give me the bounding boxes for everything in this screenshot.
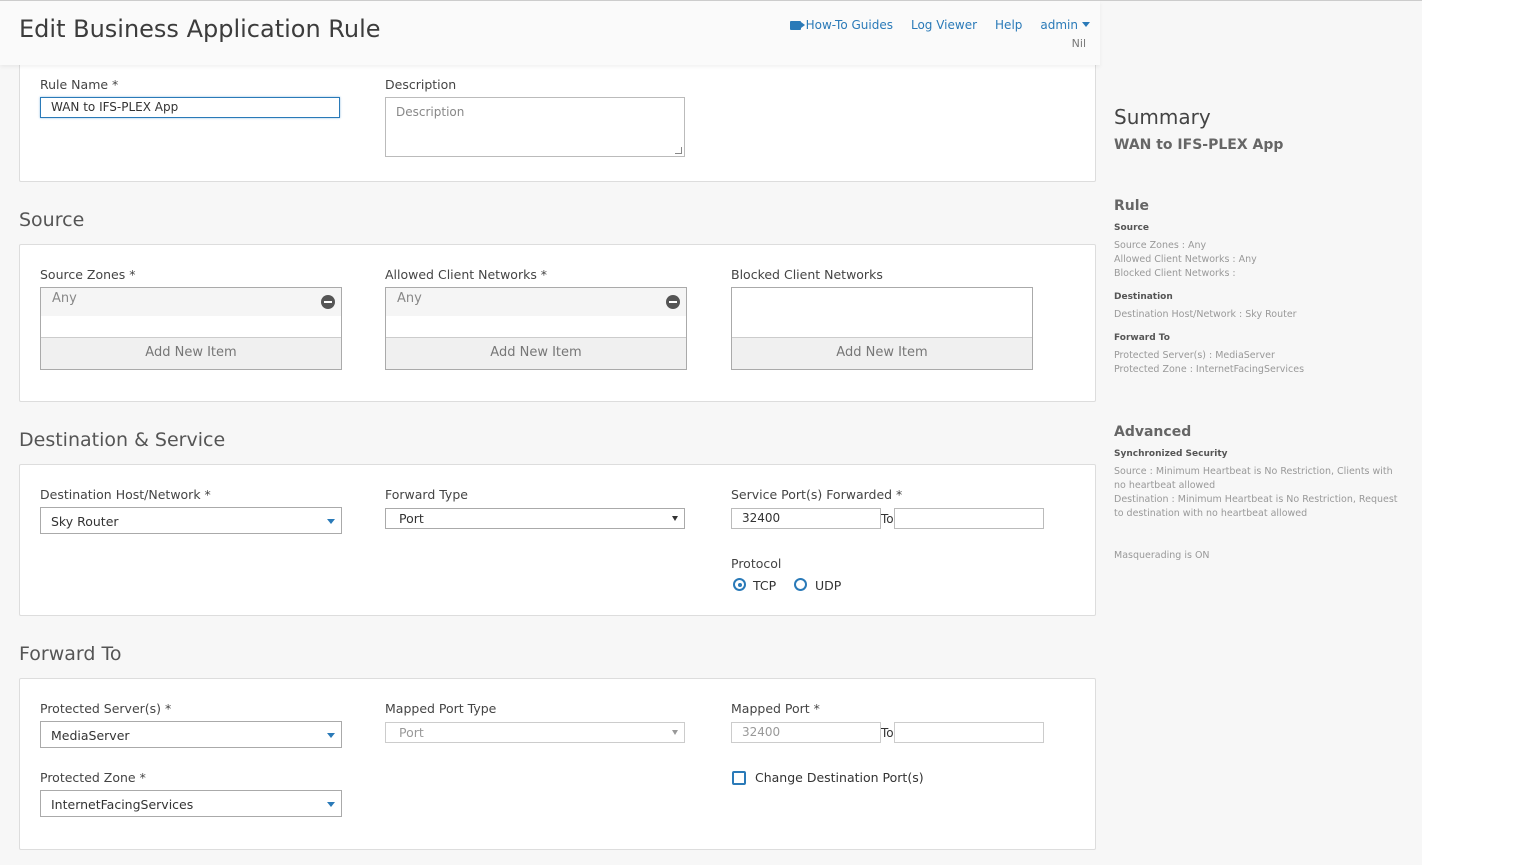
page-header: Edit Business Application Rule How-To Gu… [0, 1, 1100, 65]
list-item-label: Any [397, 291, 422, 306]
top-links: How-To Guides Log Viewer Help admin [789, 18, 1090, 32]
protected-zone-value: InternetFacingServices [51, 797, 194, 812]
source-panel: Source Zones * Any Add New Item Allowed … [19, 244, 1096, 402]
mapped-port-to-label: To [881, 726, 894, 740]
description-textarea[interactable]: Description [385, 97, 685, 157]
summary-advanced-heading: Advanced [1114, 424, 1192, 440]
remove-icon[interactable] [666, 295, 680, 309]
summary-rule-name: WAN to IFS-PLEX App [1114, 137, 1284, 153]
udp-radio[interactable] [794, 578, 807, 591]
description-label: Description [385, 77, 457, 92]
chevron-down-icon [327, 519, 335, 524]
mapped-port-to-input [894, 722, 1044, 743]
summary-forward-line: Protected Server(s) : MediaServer [1114, 350, 1275, 361]
chevron-down-icon [327, 733, 335, 738]
user-name: admin [1040, 18, 1078, 32]
source-section-title: Source [19, 209, 85, 231]
summary-masquerading: Masquerading is ON [1114, 550, 1210, 561]
source-zones-label: Source Zones * [40, 267, 136, 282]
protected-servers-value: MediaServer [51, 728, 130, 743]
description-placeholder: Description [396, 105, 465, 119]
service-port-label: Service Port(s) Forwarded * [731, 487, 903, 502]
log-viewer-link[interactable]: Log Viewer [911, 18, 977, 32]
change-destination-checkbox[interactable] [732, 771, 746, 785]
summary-source-line: Blocked Client Networks : [1114, 268, 1236, 279]
summary-destination-heading: Destination [1114, 292, 1173, 302]
how-to-guides-link[interactable]: How-To Guides [789, 18, 893, 32]
protected-servers-label: Protected Server(s) * [40, 701, 172, 716]
summary-forward-heading: Forward To [1114, 333, 1170, 343]
blocked-networks-add-button[interactable]: Add New Item [732, 337, 1032, 369]
video-camera-icon [789, 21, 805, 30]
source-zones-add-button[interactable]: Add New Item [41, 337, 341, 369]
protocol-label: Protocol [731, 556, 782, 571]
change-destination-label: Change Destination Port(s) [755, 770, 924, 785]
summary-sync-source: Source : Minimum Heartbeat is No Restric… [1114, 466, 1393, 491]
blocked-networks-label: Blocked Client Networks [731, 267, 883, 282]
service-port-input[interactable]: 32400 [731, 508, 881, 529]
mapped-port-label: Mapped Port * [731, 701, 820, 716]
service-port-to-input[interactable] [894, 508, 1044, 529]
protected-servers-select[interactable]: MediaServer [40, 721, 342, 748]
summary-rule-heading: Rule [1114, 198, 1150, 214]
rule-name-label: Rule Name * [40, 77, 119, 92]
forward-to-section-title: Forward To [19, 643, 122, 665]
how-to-guides-label: How-To Guides [805, 18, 893, 32]
forward-to-panel: Protected Server(s) * MediaServer Mapped… [19, 678, 1096, 850]
destination-host-value: Sky Router [51, 514, 119, 529]
mapped-port-type-label: Mapped Port Type [385, 701, 497, 716]
destination-panel: Destination Host/Network * Sky Router Fo… [19, 464, 1096, 616]
destination-section-title: Destination & Service [19, 429, 226, 451]
allowed-networks-list: Any Add New Item [385, 287, 687, 370]
chevron-down-icon [1082, 22, 1090, 27]
summary-sync-destination: Destination : Minimum Heartbeat is No Re… [1114, 494, 1398, 519]
forward-type-label: Forward Type [385, 487, 468, 502]
user-subtitle: Nil [1071, 37, 1086, 50]
destination-host-select[interactable]: Sky Router [40, 507, 342, 534]
destination-host-label: Destination Host/Network * [40, 487, 211, 502]
source-zones-list: Any Add New Item [40, 287, 342, 370]
chevron-down-icon [327, 802, 335, 807]
resize-grip-icon[interactable] [675, 147, 682, 154]
tcp-label: TCP [753, 578, 777, 593]
forward-type-select[interactable]: Port [385, 508, 685, 529]
chevron-down-icon [672, 730, 678, 735]
service-port-to-label: To [881, 512, 894, 526]
summary-source-line: Allowed Client Networks : Any [1114, 254, 1257, 265]
summary-destination-line: Destination Host/Network : Sky Router [1114, 309, 1297, 320]
page-title: Edit Business Application Rule [19, 15, 381, 43]
summary-title: Summary [1114, 105, 1211, 129]
tcp-radio[interactable] [733, 578, 746, 591]
summary-source-heading: Source [1114, 223, 1149, 233]
general-panel: Rule Name * WAN to IFS-PLEX App Descript… [19, 51, 1096, 182]
summary-sync-heading: Synchronized Security [1114, 449, 1228, 459]
list-item: Any [41, 288, 341, 316]
forward-type-value: Port [399, 511, 424, 526]
chevron-down-icon [672, 516, 678, 521]
allowed-networks-label: Allowed Client Networks * [385, 267, 548, 282]
blocked-networks-list: Add New Item [731, 287, 1033, 370]
summary-forward-line: Protected Zone : InternetFacingServices [1114, 364, 1305, 375]
mapped-port-type-select: Port [385, 722, 685, 743]
summary-source-line: Source Zones : Any [1114, 240, 1207, 251]
rule-name-input[interactable]: WAN to IFS-PLEX App [40, 97, 340, 118]
protected-zone-label: Protected Zone * [40, 770, 146, 785]
allowed-networks-add-button[interactable]: Add New Item [386, 337, 686, 369]
list-item-label: Any [52, 291, 77, 306]
help-link[interactable]: Help [995, 18, 1022, 32]
list-item: Any [386, 288, 686, 316]
app-window: Edit Business Application Rule How-To Gu… [0, 0, 1422, 865]
protected-zone-select[interactable]: InternetFacingServices [40, 790, 342, 817]
remove-icon[interactable] [321, 295, 335, 309]
udp-label: UDP [815, 578, 842, 593]
user-menu[interactable]: admin [1040, 18, 1090, 32]
mapped-port-input: 32400 [731, 722, 881, 743]
mapped-port-type-value: Port [399, 725, 424, 740]
